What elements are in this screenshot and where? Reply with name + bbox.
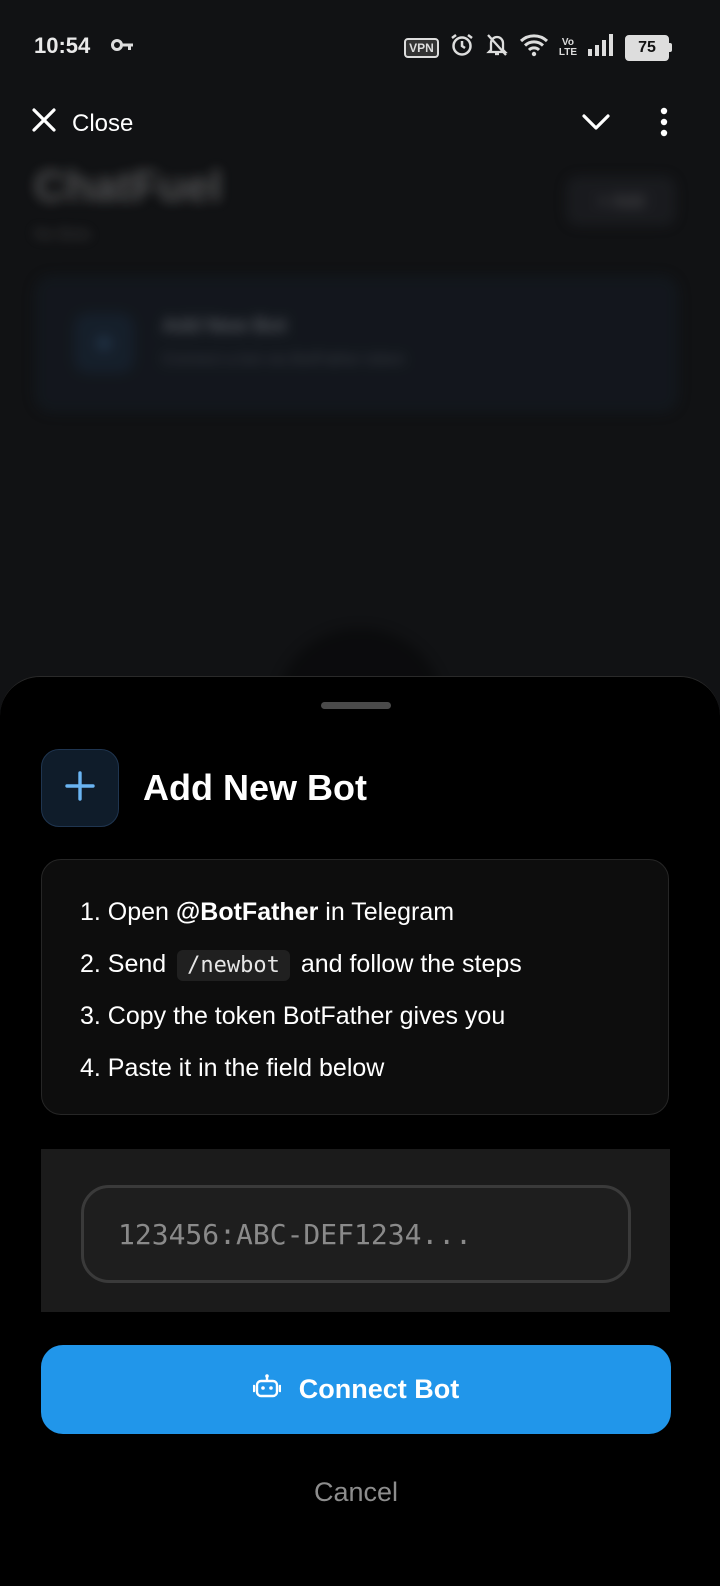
cancel-button[interactable]: Cancel xyxy=(0,1477,712,1508)
chevron-down-icon xyxy=(581,112,611,137)
steps-list: 1. Open @BotFather in Telegram 2. Send /… xyxy=(80,888,522,1096)
botfather-handle: @BotFather xyxy=(175,898,319,926)
bg-card-desc: Connect a bot via BotFather token xyxy=(162,351,405,368)
collapse-button[interactable] xyxy=(572,100,620,148)
bg-add-button: + Add xyxy=(566,176,676,226)
step-4: 4. Paste it in the field below xyxy=(80,1054,385,1082)
plus-icon xyxy=(63,769,97,808)
close-button[interactable]: Close xyxy=(30,106,133,141)
bg-add-bot-card: + Add New Bot Connect a bot via BotFathe… xyxy=(34,275,679,413)
connect-bot-button[interactable]: Connect Bot xyxy=(41,1345,671,1434)
token-input-area xyxy=(41,1149,670,1312)
signal-icon xyxy=(587,33,615,62)
robot-icon xyxy=(252,1373,281,1406)
status-bar: 10:54 VPN Vo LTE 75 xyxy=(0,0,720,92)
newbot-command: /newbot xyxy=(177,950,290,981)
vpn-key-icon xyxy=(111,37,135,58)
drag-handle[interactable] xyxy=(321,702,391,709)
bg-card-title: Add New Bot xyxy=(162,315,287,337)
more-vert-icon xyxy=(659,107,669,142)
close-icon xyxy=(30,106,58,141)
close-label: Close xyxy=(72,109,134,137)
bell-muted-icon xyxy=(485,32,509,63)
sheet-title: Add New Bot xyxy=(143,767,367,808)
volte-indicator: Vo LTE xyxy=(558,36,577,58)
step-1: 1. Open @BotFather in Telegram xyxy=(80,898,455,926)
connect-bot-label: Connect Bot xyxy=(298,1374,460,1404)
step-2: 2. Send /newbot and follow the steps xyxy=(80,940,522,992)
more-options-button[interactable] xyxy=(640,100,688,148)
instructions-card: 1. Open @BotFather in Telegram 2. Send /… xyxy=(41,859,669,1115)
alarm-icon xyxy=(449,32,475,63)
background-content: ChatFuel No Bots + Add + Add New Bot Con… xyxy=(0,150,720,798)
sheet-icon-tile xyxy=(41,749,119,827)
status-icons: VPN Vo LTE 75 xyxy=(404,32,672,63)
bg-page-title: ChatFuel xyxy=(34,162,223,211)
bot-token-input[interactable] xyxy=(81,1185,631,1283)
bg-page-subtitle: No Bots xyxy=(34,226,91,243)
step-3: 3. Copy the token BotFather gives you xyxy=(80,1002,506,1030)
add-bot-sheet: Add New Bot 1. Open @BotFather in Telegr… xyxy=(0,676,720,1586)
vpn-badge: VPN xyxy=(404,37,439,58)
battery-icon: 75 xyxy=(625,34,672,61)
bg-plus-icon: + xyxy=(74,313,134,373)
status-time: 10:54 xyxy=(34,33,91,58)
battery-level: 75 xyxy=(625,34,669,61)
wifi-icon xyxy=(519,33,549,62)
